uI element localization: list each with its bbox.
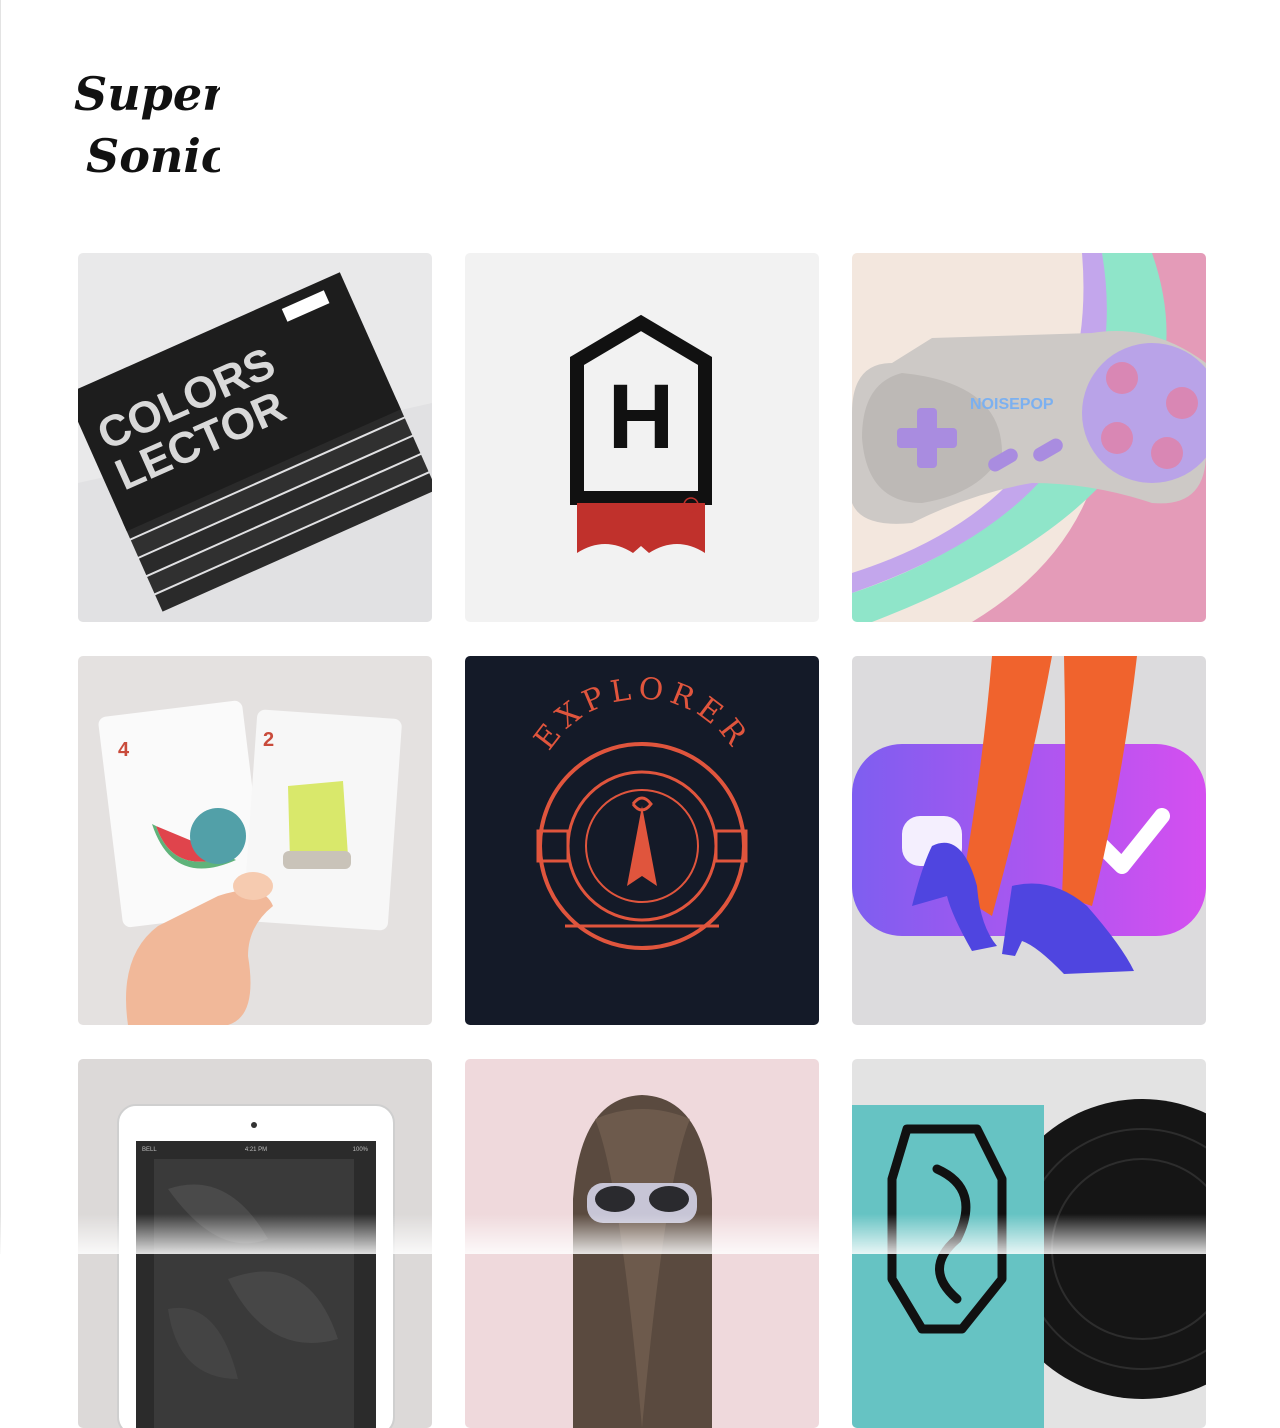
explorer-badge-image: EXPLORER (465, 656, 819, 1025)
supersonic-logo[interactable]: Super Sonic (70, 60, 220, 190)
vinyl-record-image (852, 1059, 1206, 1428)
portfolio-item-explorer[interactable]: EXPLORER (465, 656, 819, 1025)
game-controller-image: NOISEPOP (852, 253, 1206, 622)
card-rank-two: 2 (263, 729, 274, 751)
card-rank-four: 4 (118, 739, 130, 761)
tablet-status-battery: 100% (353, 1147, 369, 1153)
logo-word-sonic: Sonic (86, 129, 220, 183)
portfolio-item-tablet[interactable]: BELL 4:21 PM 100% (78, 1059, 432, 1428)
portfolio-item-vinyl[interactable] (852, 1059, 1206, 1428)
tablet-status-time: 4:21 PM (245, 1147, 267, 1153)
logo-word-super: Super (74, 67, 220, 121)
tablet-image: BELL 4:21 PM 100% (78, 1059, 432, 1428)
book-stack-image: COLORS LECTOR (78, 253, 432, 622)
portfolio-item-sunglasses[interactable] (465, 1059, 819, 1428)
portfolio-item-stiletto[interactable] (852, 656, 1206, 1025)
supersonic-logo-wordmark: Super Sonic (74, 67, 220, 183)
portfolio-item-playing-cards[interactable]: 4 2 (78, 656, 432, 1025)
house-logo-letter: H (608, 366, 674, 468)
portfolio-item-colors-lector[interactable]: COLORS LECTOR (78, 253, 432, 622)
stiletto-legs-image (852, 656, 1206, 1025)
portfolio-item-noisepop[interactable]: NOISEPOP (852, 253, 1206, 622)
playing-cards-image: 4 2 (78, 656, 432, 1025)
sunglasses-portrait-image (465, 1059, 819, 1428)
page-left-border (0, 0, 1, 1254)
tablet-status-carrier: BELL (142, 1147, 157, 1153)
house-logo-image: H (465, 253, 819, 622)
portfolio-item-h-logo[interactable]: H (465, 253, 819, 622)
controller-brand-text: NOISEPOP (970, 396, 1054, 413)
